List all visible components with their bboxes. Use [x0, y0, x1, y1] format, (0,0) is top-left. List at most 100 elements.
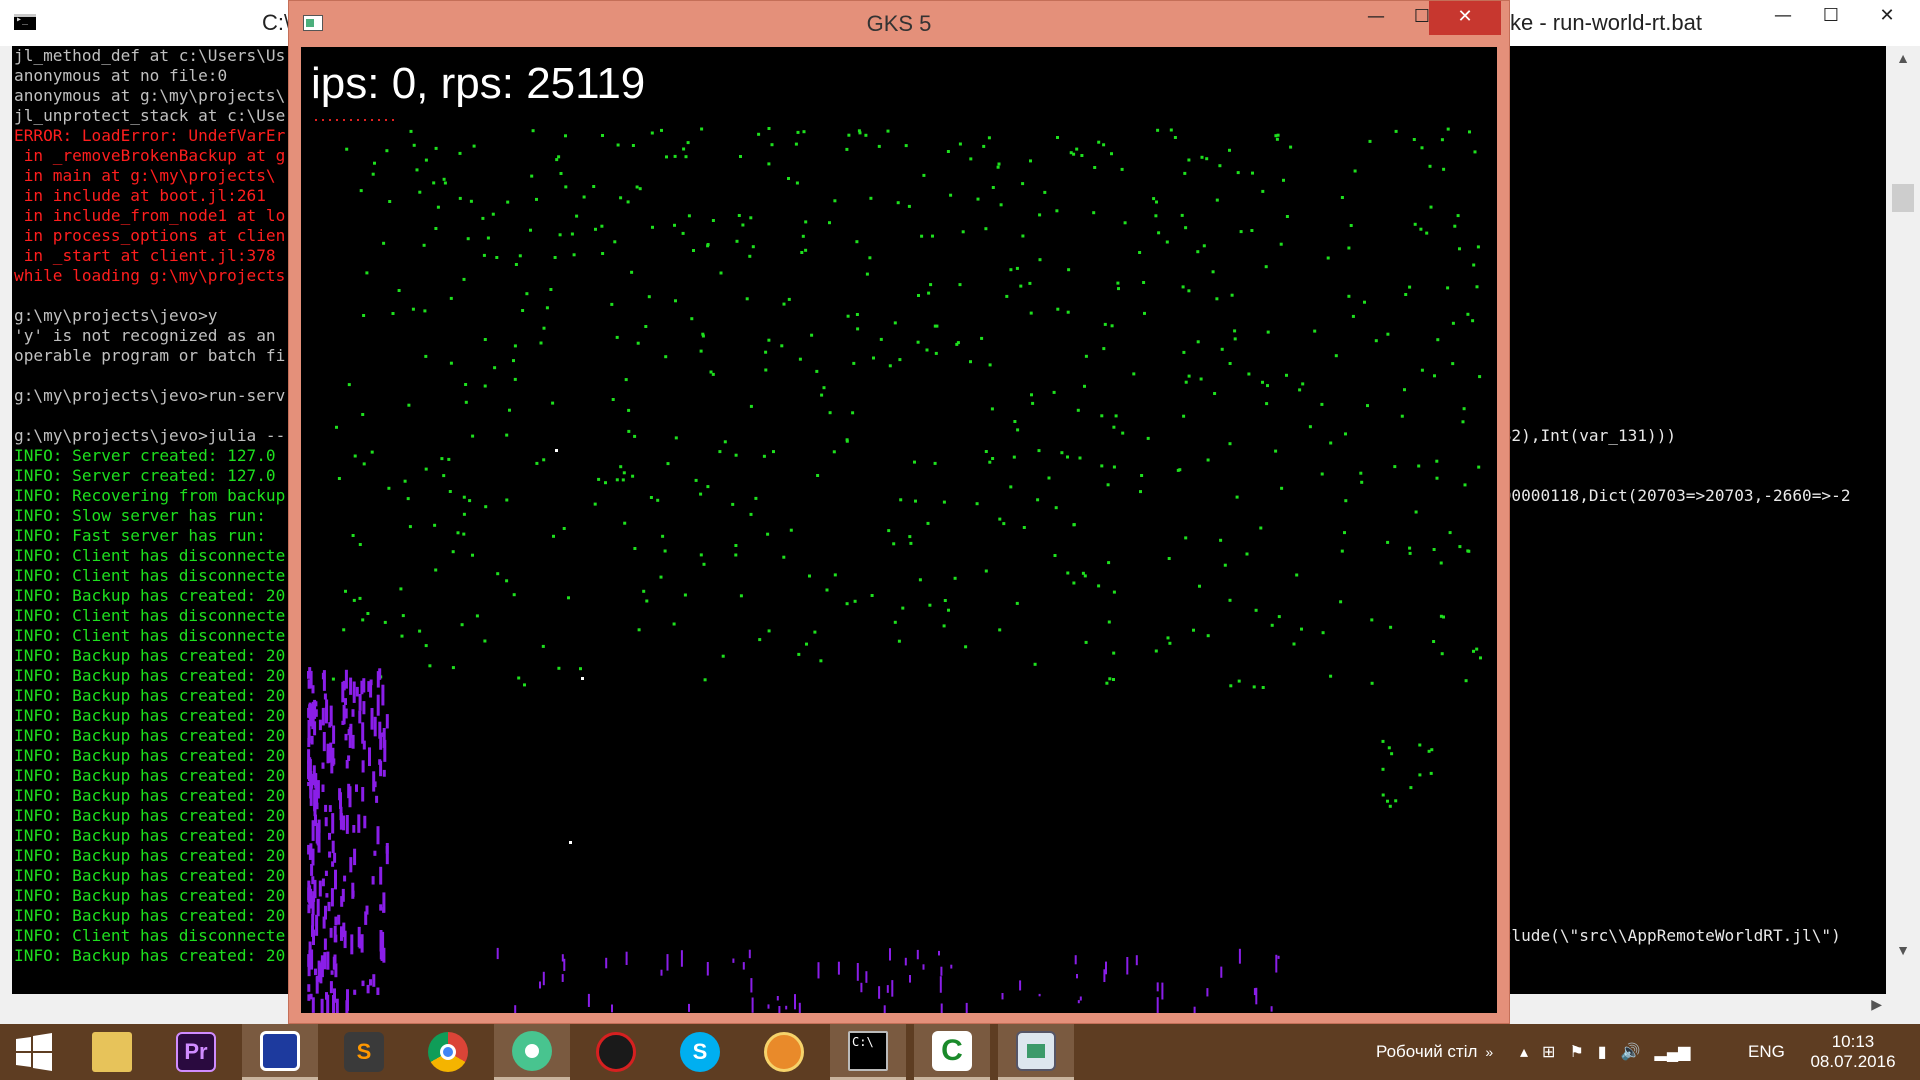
left-horizontal-scrollbar[interactable]	[12, 994, 320, 1018]
organism-dot	[391, 312, 395, 315]
organism-dot	[1264, 265, 1268, 269]
right-maximize-button[interactable]: ☐	[1808, 0, 1854, 34]
organism-dot	[694, 478, 698, 482]
organism-dot	[1468, 130, 1471, 134]
organism-dot	[539, 341, 543, 345]
gks-minimize-button[interactable]: —	[1353, 1, 1399, 35]
organism-dot	[1329, 674, 1333, 678]
volume-icon[interactable]: 🔊	[1621, 1042, 1641, 1062]
organism-dot	[955, 342, 959, 346]
organism-dot	[542, 326, 546, 330]
gks-window[interactable]: GKS 5 — ☐ ✕ ips: 0, rps: 25119	[288, 0, 1510, 1024]
taskbar-pizza-app[interactable]	[746, 1024, 822, 1080]
organism-dot	[1110, 324, 1114, 328]
organism-dot	[1408, 546, 1412, 550]
scroll-right-icon[interactable]: ▶	[1871, 996, 1882, 1013]
energy-bar	[327, 901, 331, 912]
network-icon[interactable]: ▂▄▆	[1655, 1042, 1691, 1062]
action-center-flag-icon[interactable]: ⚑	[1569, 1042, 1583, 1062]
organism-dot	[855, 240, 859, 244]
battery-icon[interactable]: ▮	[1598, 1042, 1607, 1062]
right-console-output[interactable]: _82),Int(var_131))) :00000118,Dict(20703…	[1490, 46, 1886, 994]
left-console-window[interactable]: C:\ jl_method_def at c:\Users\Us anonymo…	[0, 0, 320, 1024]
taskbar-atom[interactable]	[494, 1024, 570, 1080]
console-line: nclude(\"src\\AppRemoteWorldRT.jl\")	[1492, 926, 1841, 945]
organism-dot	[400, 634, 404, 638]
world-canvas[interactable]: ips: 0, rps: 25119	[301, 47, 1497, 1013]
organism-dot	[1261, 686, 1265, 689]
taskbar-gks[interactable]	[998, 1024, 1074, 1080]
taskbar-premiere[interactable]: Pr	[158, 1024, 234, 1080]
energy-bar	[321, 762, 325, 769]
organism-dot	[1228, 598, 1232, 602]
scroll-thumb[interactable]	[1892, 184, 1914, 212]
organism-dot	[764, 350, 768, 354]
chevron-up-icon[interactable]: »	[1485, 1044, 1493, 1060]
console-line: INFO: Client has disconnecte	[14, 546, 286, 565]
organism-dot	[754, 496, 758, 500]
taskbar-chrome[interactable]	[410, 1024, 486, 1080]
right-horizontal-scrollbar[interactable]: ▶	[1490, 994, 1886, 1018]
taskbar-red-app[interactable]	[578, 1024, 654, 1080]
organism-dot	[513, 344, 517, 348]
organism-dot	[451, 550, 455, 554]
organism-dot	[856, 327, 860, 331]
organism-dot	[1436, 338, 1440, 342]
console-line: INFO: Recovering from backup	[14, 486, 286, 505]
taskbar-file-explorer[interactable]	[74, 1024, 150, 1080]
language-indicator[interactable]: ENG	[1748, 1024, 1785, 1080]
organism-dot	[1143, 311, 1146, 315]
left-console-output[interactable]: jl_method_def at c:\Users\Us anonymous a…	[12, 46, 320, 994]
scroll-down-icon[interactable]: ▼	[1886, 942, 1920, 958]
organism-dot	[506, 200, 510, 204]
energy-bar	[940, 1003, 943, 1013]
organism-dot	[1102, 143, 1106, 147]
right-vertical-scrollbar[interactable]: ▲ ▼	[1886, 46, 1920, 994]
energy-bar	[364, 911, 368, 925]
taskbar-cmd[interactable]: C:\	[830, 1024, 906, 1080]
organism-dot	[1432, 548, 1436, 551]
console-line: INFO: Backup has created: 20	[14, 786, 286, 805]
organism-dot	[942, 500, 946, 504]
gks-titlebar[interactable]: GKS 5 — ☐ ✕	[289, 1, 1509, 47]
organism-dot	[802, 130, 806, 134]
organism-dot	[529, 228, 532, 232]
energy-bar	[307, 904, 311, 914]
energy-bar	[965, 1002, 968, 1013]
start-button[interactable]	[0, 1024, 68, 1080]
organism-dot	[362, 314, 366, 317]
organism-dot	[559, 172, 563, 175]
organism-dot	[567, 596, 570, 600]
energy-bar	[352, 681, 356, 703]
taskbar-camtasia[interactable]: C	[914, 1024, 990, 1080]
clock[interactable]: 10:13 08.07.2016	[1808, 1024, 1898, 1080]
organism-dot	[1228, 442, 1232, 446]
taskbar-save-disk[interactable]	[242, 1024, 318, 1080]
organism-dot	[401, 614, 405, 618]
right-console-titlebar[interactable]: ke - run-world-rt.bat — ☐ ✕	[1490, 0, 1920, 46]
organism-dot	[998, 628, 1002, 632]
organism-dot	[1308, 425, 1312, 429]
left-console-titlebar[interactable]: C:\	[0, 0, 320, 46]
right-minimize-button[interactable]: —	[1760, 0, 1806, 34]
organism-dot	[913, 460, 916, 464]
taskbar-skype[interactable]: S	[662, 1024, 738, 1080]
organism-dot	[525, 292, 529, 296]
energy-bar	[307, 749, 311, 764]
energy-bar	[922, 964, 925, 970]
energy-bar	[307, 737, 311, 747]
organism-dot	[637, 628, 641, 632]
right-console-window[interactable]: ke - run-world-rt.bat — ☐ ✕ _82),Int(var…	[1490, 0, 1920, 1024]
desktop-toolbar[interactable]: Робочий стіл »	[1376, 1024, 1493, 1080]
energy-bar	[307, 769, 311, 777]
taskbar-sublime[interactable]: S	[326, 1024, 402, 1080]
right-close-button[interactable]: ✕	[1864, 0, 1910, 34]
organism-dot	[749, 404, 753, 408]
scroll-up-icon[interactable]: ▲	[1886, 50, 1920, 66]
organism-dot	[496, 572, 500, 576]
windows-flag-icon[interactable]: ⊞	[1542, 1042, 1555, 1062]
energy-bar	[385, 843, 389, 865]
energy-bar	[319, 962, 323, 984]
gks-close-button[interactable]: ✕	[1429, 1, 1501, 35]
show-hidden-icons[interactable]: ▴	[1520, 1042, 1528, 1062]
